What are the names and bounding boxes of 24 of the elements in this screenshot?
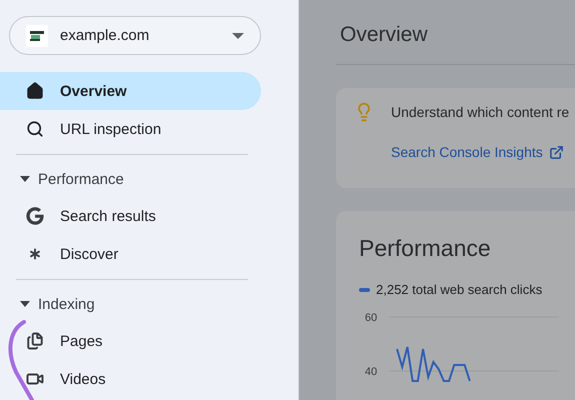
insight-text: Understand which content re <box>391 104 570 120</box>
nav-item[interactable]: URL inspection <box>0 110 261 148</box>
nav-section-header[interactable]: Indexing <box>0 286 298 322</box>
property-selector[interactable]: example.com <box>9 16 261 55</box>
dropdown-caret-icon <box>232 32 244 40</box>
g-letter-icon <box>26 207 44 225</box>
nav-item[interactable]: Search results <box>0 197 261 235</box>
axis-tick-label: 60 <box>364 312 378 324</box>
legend-text: 2,252 total web search clicks <box>376 282 542 297</box>
home-icon <box>26 82 44 100</box>
search-icon <box>26 120 44 138</box>
nav-item[interactable]: Pages <box>0 322 261 360</box>
nav-item[interactable]: Discover <box>0 235 261 273</box>
legend-swatch <box>359 288 370 292</box>
card-title: Performance <box>359 235 492 262</box>
nav-item[interactable]: Overview <box>0 72 261 110</box>
external-link-icon <box>548 144 564 160</box>
nav-section-header[interactable]: Performance <box>0 161 298 197</box>
page-title: Overview <box>336 0 575 65</box>
pages-icon <box>26 332 44 350</box>
insights-link[interactable]: Search Console Insights <box>391 144 564 160</box>
nav-item[interactable]: Videos <box>0 360 261 398</box>
axis-tick-label: 40 <box>364 366 378 378</box>
site-logo-icon <box>26 24 48 46</box>
